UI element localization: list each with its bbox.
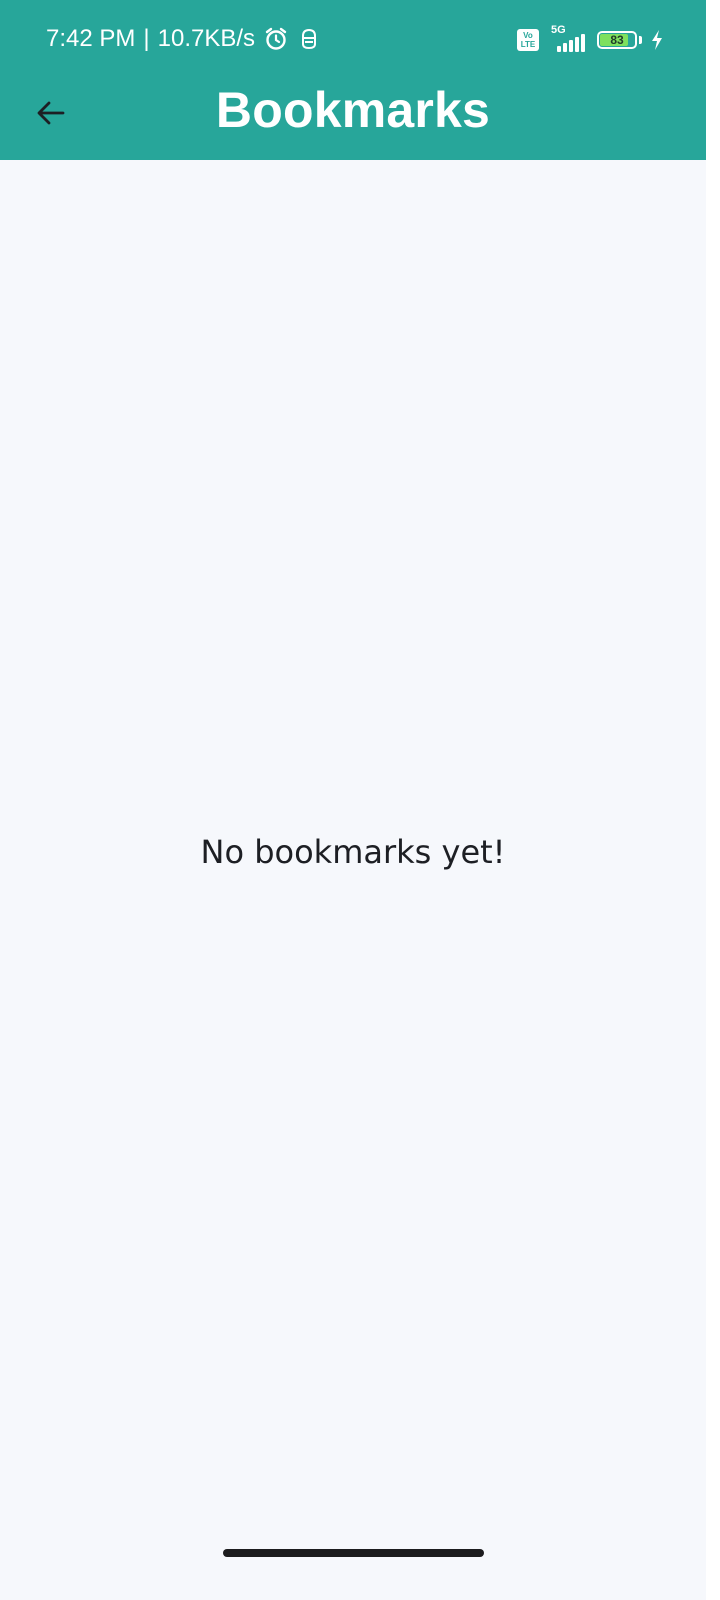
volte-bottom-label: LTE <box>520 40 536 49</box>
app-bar: Bookmarks <box>0 78 706 160</box>
header: 7:42 PM | 10.7KB/s Vo LTE 5G 83 Bookmark… <box>0 0 706 160</box>
status-separator: | <box>143 25 150 52</box>
battery-percent: 83 <box>610 33 624 47</box>
alarm-icon <box>263 26 289 52</box>
status-bar: 7:42 PM | 10.7KB/s Vo LTE 5G 83 <box>0 0 706 78</box>
status-right: Vo LTE 5G 83 <box>517 24 664 54</box>
app-screen: 7:42 PM | 10.7KB/s Vo LTE 5G 83 Bookmark… <box>0 0 706 1600</box>
battery-body: 83 <box>597 31 637 49</box>
empty-state-message: No bookmarks yet! <box>200 833 506 871</box>
status-time: 7:42 PM <box>46 25 136 52</box>
bolt-icon <box>650 29 664 51</box>
network-speed: 10.7KB/s <box>157 25 256 52</box>
bookmarks-content: No bookmarks yet! <box>0 160 706 1540</box>
status-left: 7:42 PM | 10.7KB/s <box>46 24 321 54</box>
notification-app-icon <box>297 27 321 51</box>
page-title: Bookmarks <box>215 82 491 138</box>
volte-icon: Vo LTE <box>517 29 539 51</box>
signal-strength-icon: 5G <box>547 24 589 52</box>
home-indicator[interactable] <box>223 1549 484 1557</box>
volte-top-label: Vo <box>523 31 533 40</box>
battery-icon: 83 <box>597 31 642 49</box>
signal-bars <box>557 34 585 52</box>
battery-nub <box>639 36 642 44</box>
